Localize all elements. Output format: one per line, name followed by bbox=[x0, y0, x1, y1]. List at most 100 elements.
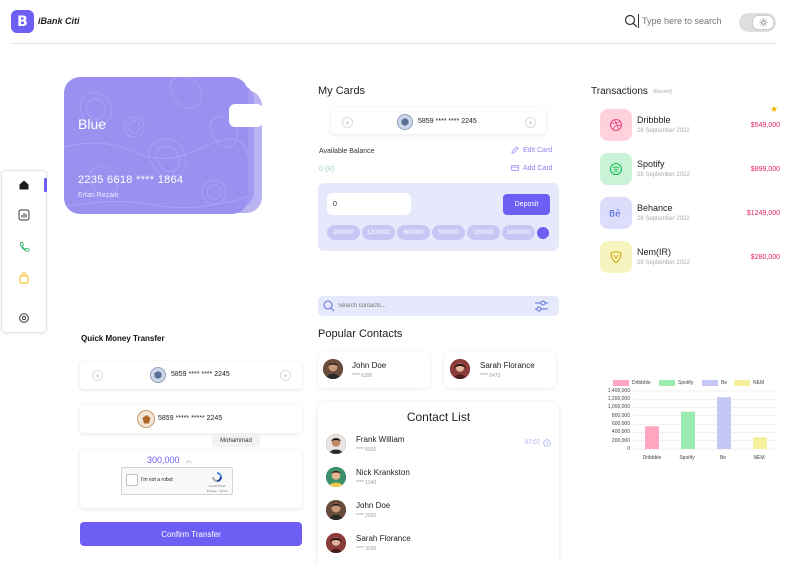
nav-item-home[interactable] bbox=[16, 177, 32, 193]
x-tick-label: Dribbble bbox=[642, 455, 662, 461]
bar[interactable] bbox=[717, 397, 731, 449]
edit-card-link[interactable]: Edit Card bbox=[511, 146, 552, 154]
recaptcha-label: I'm not a robot bbox=[141, 477, 173, 483]
bar[interactable] bbox=[681, 411, 695, 449]
chevron-left-icon[interactable]: ‹ bbox=[342, 117, 353, 128]
amount-chip[interactable]: 200000 bbox=[327, 225, 360, 240]
transactions-subtitle: (Recent) bbox=[653, 89, 673, 95]
theme-toggle-knob[interactable] bbox=[752, 15, 774, 30]
bar[interactable] bbox=[645, 426, 659, 449]
selected-card-number: 5859 **** **** 2245 bbox=[418, 118, 477, 125]
chevron-right-icon[interactable]: › bbox=[525, 117, 536, 128]
search-icon[interactable] bbox=[624, 14, 638, 28]
available-balance-value: 0 (R) bbox=[319, 166, 335, 173]
legend-item: NEM bbox=[734, 380, 764, 386]
amount-chip[interactable]: 1200000 bbox=[362, 225, 395, 240]
transaction-amount: $280,000 bbox=[750, 254, 780, 261]
search-icon[interactable] bbox=[323, 300, 335, 312]
behance-icon: Bē bbox=[609, 210, 621, 219]
app-logo[interactable]: B bbox=[11, 10, 34, 33]
search-cursor bbox=[638, 14, 639, 28]
contact-number: **** 3030 bbox=[356, 546, 377, 552]
transaction-icon bbox=[600, 153, 632, 185]
legend-swatch bbox=[734, 380, 750, 386]
amount-chip[interactable]: 1800000 bbox=[502, 225, 535, 240]
legend-label: Dribbble bbox=[632, 380, 651, 386]
transaction-icon bbox=[600, 109, 632, 141]
card-number: 2235 6618 **** 1864 bbox=[78, 174, 184, 186]
contact-number: **** 6920 bbox=[356, 447, 377, 453]
search-input[interactable] bbox=[642, 12, 732, 30]
avatar bbox=[326, 434, 346, 454]
spotify-icon bbox=[609, 162, 623, 176]
legend-label: Be bbox=[721, 380, 728, 386]
svg-text:Bē: Bē bbox=[609, 210, 621, 219]
transaction-icon bbox=[600, 241, 632, 273]
x-tick-label: NEM bbox=[753, 455, 765, 461]
legend-swatch bbox=[702, 380, 718, 386]
avatar bbox=[326, 500, 346, 520]
transfer-amount[interactable]: 300,000 bbox=[147, 455, 180, 465]
recaptcha-links[interactable]: Privacy - Terms bbox=[206, 489, 228, 493]
transaction-amount: $899,000 bbox=[750, 166, 780, 173]
contact-time: 07:07 bbox=[525, 440, 541, 446]
contact-name[interactable]: Sarah Florance bbox=[356, 534, 411, 543]
bank-logo-icon bbox=[137, 410, 155, 428]
chevron-left-icon[interactable]: ‹ bbox=[92, 370, 103, 381]
nav-active-indicator bbox=[44, 178, 47, 192]
popular-contacts-title: Popular Contacts bbox=[318, 328, 403, 340]
y-tick-label: 800,000 bbox=[611, 413, 630, 419]
contact-name[interactable]: Frank William bbox=[356, 435, 404, 444]
deposit-amount-input[interactable] bbox=[327, 193, 411, 215]
add-card-link[interactable]: Add Card bbox=[511, 164, 553, 172]
transaction-icon: Bē bbox=[600, 197, 632, 229]
recaptcha-icon bbox=[212, 472, 222, 482]
bag-icon bbox=[19, 272, 29, 284]
chart-icon bbox=[18, 209, 30, 221]
avatar bbox=[326, 533, 346, 553]
contact-name[interactable]: John Doe bbox=[356, 501, 390, 510]
recaptcha-checkbox[interactable] bbox=[126, 474, 138, 486]
bank-logo-icon bbox=[397, 114, 413, 130]
contact-number: **** 2020 bbox=[356, 513, 377, 519]
avatar bbox=[323, 359, 343, 379]
confirm-transfer-button[interactable]: Confirm Transfer bbox=[80, 522, 302, 546]
x-tick-label: Be bbox=[719, 455, 727, 461]
amount-chip[interactable]: 100000 bbox=[467, 225, 500, 240]
y-tick-label: 1,200,000 bbox=[607, 396, 630, 402]
legend-swatch bbox=[613, 380, 629, 386]
y-tick-label: 600,000 bbox=[611, 421, 630, 427]
nav-item-analytics[interactable] bbox=[16, 207, 32, 223]
contact-name[interactable]: Nick Krankston bbox=[356, 468, 410, 477]
settings-icon bbox=[19, 313, 29, 323]
bar[interactable] bbox=[753, 437, 767, 449]
destination-name-tooltip: Mohammad bbox=[212, 434, 260, 447]
legend-label: Spotify bbox=[678, 380, 694, 386]
amount-chip[interactable]: 600000 bbox=[397, 225, 430, 240]
card-notch bbox=[229, 104, 263, 127]
chevron-right-icon[interactable]: › bbox=[280, 370, 291, 381]
bank-logo-icon bbox=[150, 367, 166, 383]
y-tick-label: 1,000,000 bbox=[607, 404, 630, 410]
sun-icon bbox=[758, 18, 768, 27]
dribbble-icon bbox=[609, 118, 623, 132]
header-divider bbox=[11, 43, 777, 44]
nav-item-settings[interactable] bbox=[16, 310, 32, 326]
contact-search-input[interactable] bbox=[338, 299, 518, 313]
logo-letter: B bbox=[17, 13, 28, 30]
amount-chip[interactable]: 500000 bbox=[432, 225, 465, 240]
transaction-date: 28 September 2022 bbox=[637, 260, 690, 266]
transaction-amount: $549,000 bbox=[750, 122, 780, 129]
legend-item: Spotify bbox=[659, 380, 693, 386]
x-tick-label: Spotify bbox=[679, 455, 695, 461]
legend-item: Dribbble bbox=[613, 380, 651, 386]
nem-icon bbox=[610, 251, 622, 264]
transactions-title: Transactions bbox=[591, 86, 648, 97]
more-amounts-button[interactable] bbox=[537, 227, 549, 239]
deposit-button[interactable]: Deposit bbox=[503, 194, 550, 215]
nav-item-contacts[interactable] bbox=[16, 239, 32, 255]
filter-icon[interactable] bbox=[534, 299, 549, 313]
transaction-name: Nem(IR) bbox=[637, 247, 671, 257]
y-tick-label: 1,400,000 bbox=[607, 388, 630, 394]
nav-item-shop[interactable] bbox=[16, 270, 32, 286]
